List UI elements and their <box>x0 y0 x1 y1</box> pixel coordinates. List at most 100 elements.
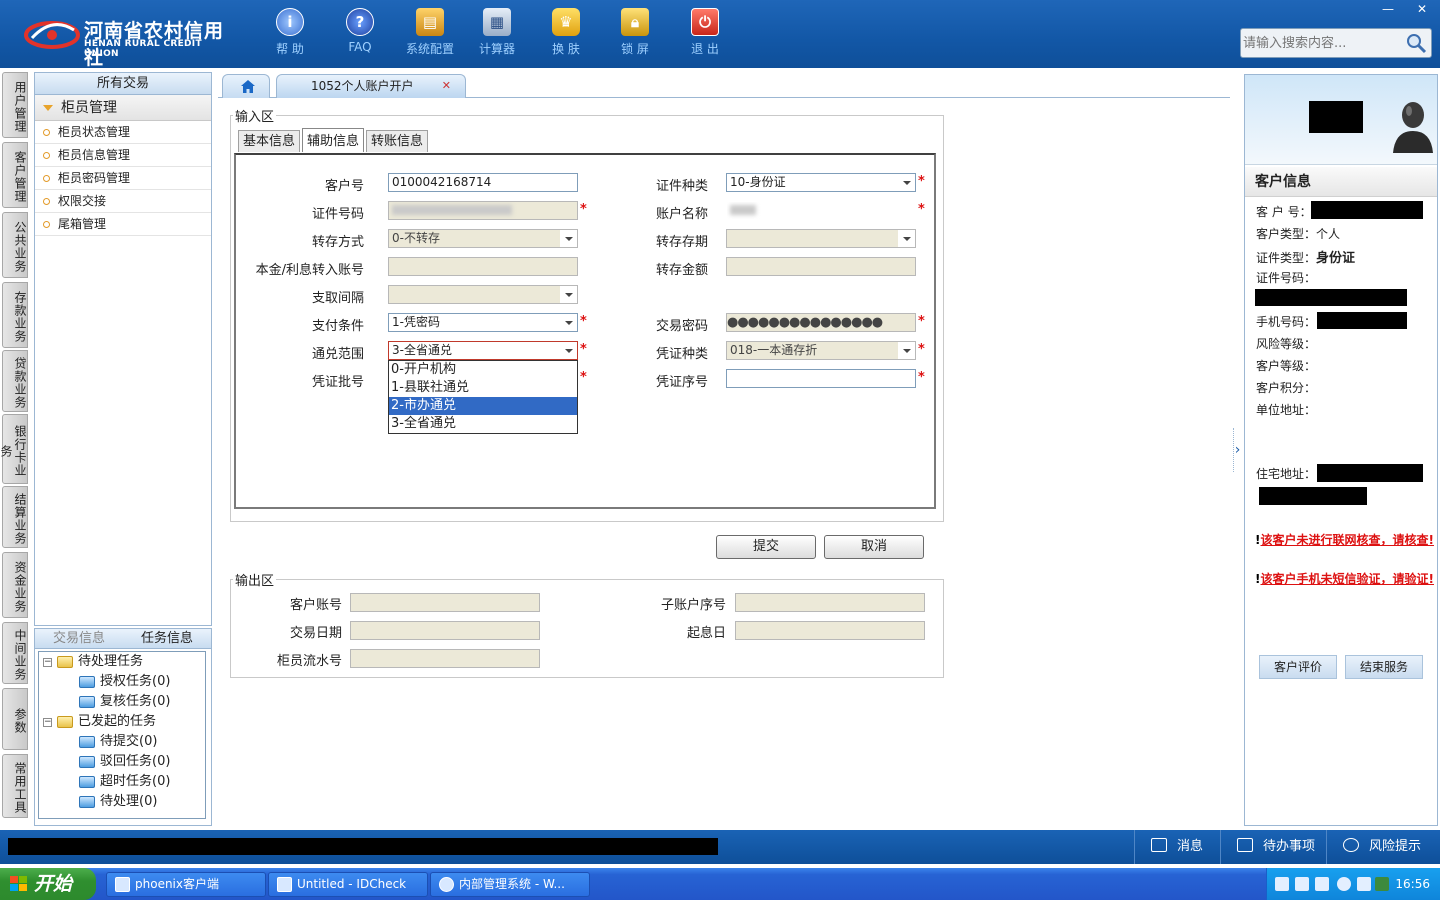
tree-node-review[interactable]: 复核任务(0) <box>79 692 170 712</box>
tree-node-to-process[interactable]: 待处理(0) <box>79 792 157 812</box>
dropdown-option[interactable]: 1-县联社通兑 <box>389 379 577 397</box>
system-config-button[interactable]: ▤ 系统配置 <box>400 8 460 60</box>
vnav-bank-card-business[interactable]: 银行卡业务 <box>0 414 28 484</box>
search-icon[interactable] <box>1405 32 1427 54</box>
collapse-icon[interactable]: − <box>43 718 52 727</box>
dropdown-option[interactable]: 0-开户机构 <box>389 361 577 379</box>
redacted-value <box>1259 487 1367 505</box>
vnav-customer-management[interactable]: 客户管理 <box>2 142 28 208</box>
warning-network-check-text: 该客户未进行联网核查，请核查! <box>1260 533 1434 547</box>
withdraw-interval-select[interactable] <box>388 285 578 304</box>
minimize-button[interactable]: — <box>1372 0 1404 18</box>
dropdown-option-highlighted[interactable]: 2-市办通兑 <box>389 397 577 415</box>
transfer-amount-input[interactable] <box>726 257 916 276</box>
chevron-down-icon <box>560 230 577 247</box>
vnav-intermediate-business[interactable]: 中间业务 <box>2 622 28 684</box>
vnav-loan-business[interactable]: 贷款业务 <box>2 350 28 412</box>
transfer-term-select[interactable] <box>726 229 916 248</box>
start-button[interactable]: 开始 <box>0 868 96 900</box>
todo-button[interactable]: 待办事项 <box>1220 830 1330 864</box>
collapse-icon[interactable]: − <box>43 658 52 667</box>
required-mark: * <box>580 342 587 357</box>
help-button[interactable]: i 帮 助 <box>260 8 320 60</box>
id-type-select[interactable]: 10-身份证 <box>726 173 916 192</box>
pay-condition-select[interactable]: 1-凭密码 <box>388 313 578 332</box>
voucher-type-label: 凭证种类 <box>656 347 709 362</box>
risk-alert-button[interactable]: 风险提示 <box>1326 830 1440 864</box>
collapse-right-panel-handle[interactable]: › <box>1233 428 1241 472</box>
voucher-seq-input[interactable] <box>726 369 916 388</box>
submit-button[interactable]: 提交 <box>716 535 816 559</box>
tree-node-to-submit[interactable]: 待提交(0) <box>79 732 157 752</box>
volume-icon[interactable] <box>1375 877 1389 891</box>
vnav-user-management[interactable]: 用户管理 <box>2 72 28 138</box>
network-icon[interactable] <box>1315 877 1329 891</box>
vnav-common-tools[interactable]: 常用工具 <box>2 754 28 818</box>
display-icon[interactable] <box>1357 877 1371 891</box>
vnav-deposit-business[interactable]: 存款业务 <box>2 282 28 348</box>
dropdown-option[interactable]: 3-全省通兑 <box>389 415 577 433</box>
close-window-button[interactable]: ✕ <box>1406 0 1438 18</box>
customer-no-input[interactable]: 0100042168714 <box>388 173 578 192</box>
menu-item-teller-info[interactable]: 柜员信息管理 <box>35 144 211 167</box>
customer-info-panel: 客户信息 客 户 号： 客户类型：个人 证件类型：身份证 证件号码： 手机号码：… <box>1244 74 1438 826</box>
taskbar-item-internal-system[interactable]: 内部管理系统 - W... <box>430 872 590 897</box>
menu-header[interactable]: 所有交易 <box>35 73 211 95</box>
tree-node-timeout[interactable]: 超时任务(0) <box>79 772 170 792</box>
exchange-scope-select[interactable]: 3-全省通兑 <box>388 341 578 360</box>
lock-screen-button[interactable]: 🔒︎ 锁 屏 <box>605 8 665 60</box>
menu-item-permission-handover[interactable]: 权限交接 <box>35 190 211 213</box>
customer-evaluate-button[interactable]: 客户评价 <box>1259 655 1337 679</box>
vnav-fund-business[interactable]: 资金业务 <box>2 552 28 618</box>
chat-bubble-icon <box>1343 838 1359 852</box>
menu-item-tail-box[interactable]: 尾箱管理 <box>35 213 211 236</box>
end-service-button[interactable]: 结束服务 <box>1345 655 1423 679</box>
calculator-button[interactable]: ▦ 计算器 <box>467 8 527 60</box>
required-mark: * <box>918 174 925 189</box>
warning-sms-verify[interactable]: !该客户手机未短信验证，请验证! <box>1255 570 1435 588</box>
faq-button[interactable]: ? FAQ <box>330 8 390 60</box>
account-name-input[interactable] <box>726 201 916 220</box>
taskbar-item-label: 内部管理系统 - W... <box>459 877 565 891</box>
cancel-button[interactable]: 取消 <box>824 535 924 559</box>
keyboard-icon[interactable] <box>1275 877 1289 891</box>
taskbar-item-phoenix[interactable]: phoenix客户端 <box>106 872 266 897</box>
menu-item-teller-password[interactable]: 柜员密码管理 <box>35 167 211 190</box>
ie-icon <box>439 877 454 892</box>
vnav-parameters[interactable]: 参数 <box>2 688 28 750</box>
tab-task-info[interactable]: 任务信息 <box>123 629 211 648</box>
tree-node-rejected[interactable]: 驳回任务(0) <box>79 752 170 772</box>
interest-account-input[interactable] <box>388 257 578 276</box>
tab-home[interactable] <box>222 74 270 98</box>
menu-item-teller-status[interactable]: 柜员状态管理 <box>35 121 211 144</box>
tab-close-icon[interactable]: ✕ <box>442 75 451 97</box>
tree-node-authorize[interactable]: 授权任务(0) <box>79 672 170 692</box>
warning-network-check[interactable]: !该客户未进行联网核查，请核查! <box>1255 531 1435 549</box>
tab-personal-account-opening[interactable]: 1052个人账户开户 ✕ <box>276 74 466 98</box>
id-no-input[interactable] <box>388 201 578 220</box>
help-icon[interactable] <box>1295 877 1309 891</box>
search-input[interactable] <box>1243 32 1403 54</box>
vnav-settlement-business[interactable]: 结算业务 <box>2 486 28 548</box>
menu-group-teller[interactable]: 柜员管理 <box>35 95 211 121</box>
tree-node-pending[interactable]: 待处理任务 <box>57 652 143 672</box>
tab-basic-info[interactable]: 基本信息 <box>238 130 301 152</box>
chevron-left-icon[interactable] <box>1337 877 1351 891</box>
tree-node-initiated[interactable]: 已发起的任务 <box>57 712 156 732</box>
tab-transaction-info[interactable]: 交易信息 <box>35 629 123 648</box>
vnav-public-business[interactable]: 公共业务 <box>2 212 28 278</box>
messages-button[interactable]: 消息 <box>1134 830 1230 864</box>
search-box <box>1240 28 1432 58</box>
trade-password-input[interactable]: ●●●●●●●●●●●●●●● <box>726 313 916 332</box>
transfer-amount-label: 转存金额 <box>656 263 709 278</box>
tab-auxiliary-info[interactable]: 辅助信息 <box>302 128 365 152</box>
voucher-type-select[interactable]: 018-一本通存折 <box>726 341 916 360</box>
taskbar-item-idcheck[interactable]: Untitled - IDCheck <box>268 872 428 897</box>
chevron-down-icon <box>560 286 577 303</box>
transfer-mode-label: 转存方式 <box>311 235 364 250</box>
tab-transfer-info[interactable]: 转账信息 <box>366 130 429 152</box>
transfer-mode-select[interactable]: 0-不转存 <box>388 229 578 248</box>
exit-button[interactable]: ⏻ 退 出 <box>675 8 735 60</box>
chevron-down-icon <box>898 342 915 359</box>
skin-button[interactable]: ♛ 换 肤 <box>536 8 596 60</box>
